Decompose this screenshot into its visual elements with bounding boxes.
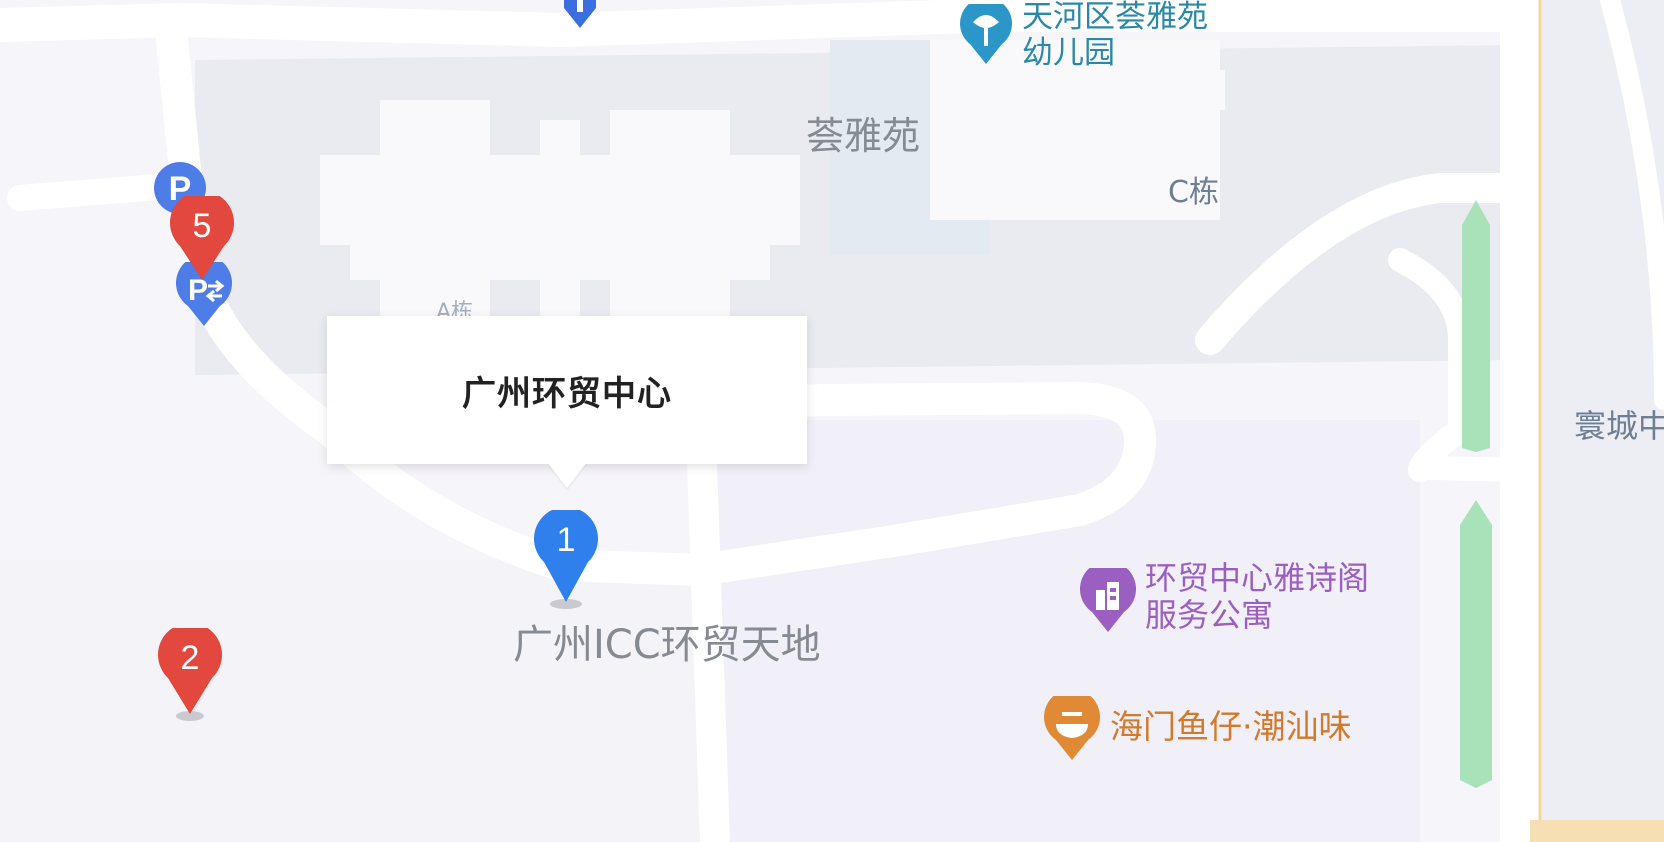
green-median-south <box>1460 500 1492 788</box>
result-marker-1[interactable]: 1 <box>534 506 598 610</box>
kindergarten-icon[interactable] <box>960 4 1012 66</box>
apartment-label-line1: 环贸中心雅诗阁 <box>1145 559 1370 597</box>
restaurant-label[interactable]: 海门鱼仔·潮汕味 <box>1110 708 1352 746</box>
transit-station-icon[interactable] <box>552 0 608 30</box>
result-marker-number: 1 <box>556 521 576 559</box>
result-marker-number: 5 <box>192 207 212 245</box>
kindergarten-label[interactable]: 天河区荟雅苑 幼儿园 <box>1022 0 1208 71</box>
apartment-label[interactable]: 环贸中心雅诗阁 服务公寓 <box>1145 560 1369 634</box>
result-marker-5[interactable]: 5 <box>170 190 234 282</box>
result-marker-2[interactable]: 2 <box>158 622 222 722</box>
info-window-title: 广州环贸中心 <box>462 374 672 414</box>
map-canvas[interactable]: 天河区荟雅苑 幼儿园 荟雅苑 C栋 A栋 寰城中 广州ICC环贸天地 环贸中心雅… <box>0 0 1664 842</box>
restaurant-icon[interactable] <box>1044 696 1100 762</box>
result-marker-number: 2 <box>180 639 200 677</box>
road-label-tiancheng[interactable]: 寰城中 <box>1574 408 1664 445</box>
green-median-north <box>1462 200 1490 452</box>
kindergarten-label-line2: 幼儿园 <box>1022 34 1115 71</box>
info-window[interactable]: 广州环贸中心 <box>327 316 807 464</box>
kindergarten-label-line1: 天河区荟雅苑 <box>1022 0 1208 35</box>
icc-mall-label[interactable]: 广州ICC环贸天地 <box>513 622 821 668</box>
main-road-corner <box>1530 820 1664 842</box>
building-c-label[interactable]: C栋 <box>1168 175 1219 211</box>
info-window-pointer <box>547 462 587 488</box>
community-label[interactable]: 荟雅苑 <box>806 114 920 159</box>
apartment-label-line2: 服务公寓 <box>1145 595 1274 634</box>
hotel-building-icon[interactable] <box>1080 568 1136 634</box>
